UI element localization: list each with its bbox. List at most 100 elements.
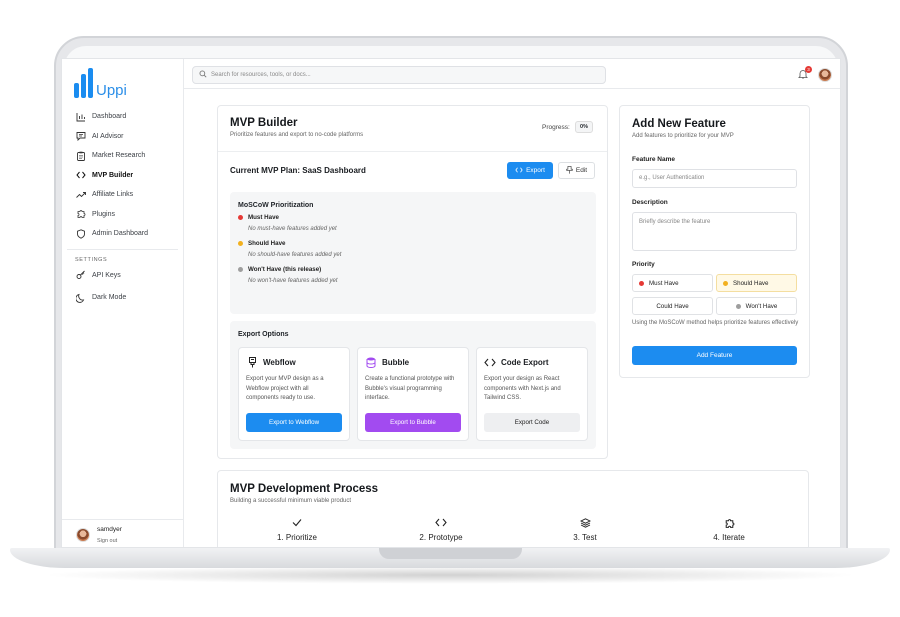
sidebar-item-ai-advisor[interactable]: AI Advisor [62,127,183,147]
wont-have-dot [238,267,243,272]
export-card-description: Export your design as React components w… [484,376,561,401]
bar-chart-icon [75,111,87,123]
must-have-dot [639,280,644,286]
should-have-dot [723,280,728,286]
step-prototype: 2. Prototype [381,518,501,542]
code-icon [515,167,523,175]
add-feature-card: Add New Feature Add features to prioriti… [619,105,810,378]
should-have-dot [238,241,243,246]
sign-out-link[interactable]: Sign out [97,538,122,544]
moon-icon [75,292,87,304]
key-icon [75,269,87,281]
export-card-title: Code Export [501,357,549,367]
wont-have-dot [735,303,741,309]
development-process-card: MVP Development Process Building a succe… [217,470,809,547]
empty-state: No must-have features added yet [248,226,337,232]
code-icon [381,518,501,531]
check-icon [237,518,357,531]
progress-value: 0% [575,121,593,133]
clipboard-icon [75,150,87,162]
shield-icon [75,228,87,240]
export-button[interactable]: Export [507,162,553,179]
chat-icon [75,130,87,142]
must-have-dot [238,215,243,220]
priority-option-label: Must Have [649,279,679,287]
sidebar-item-label: Affiliate Links [92,191,134,199]
sidebar: Uppi Dashboard AI Advisor Market Researc… [62,59,184,547]
sidebar-item-dark-mode[interactable]: Dark Mode [62,288,183,308]
plug-icon [246,356,258,368]
step-label: 2. Prototype [419,533,463,542]
user-name: samdyer [97,525,122,533]
priority-must-have[interactable]: Must Have [632,274,713,292]
moscow-title: MoSCoW Prioritization [238,202,314,209]
feature-name-label: Feature Name [632,156,675,163]
empty-state: No should-have features added yet [248,252,342,258]
priority-could-have[interactable]: Could Have [632,297,713,315]
code-icon [484,356,496,368]
mvp-builder-card: MVP Builder Prioritize features and expo… [217,105,608,459]
wont-have-group: Won't Have (this release) [238,266,588,273]
app-screen: Uppi Dashboard AI Advisor Market Researc… [61,58,841,548]
priority-should-have[interactable]: Should Have [716,274,797,292]
puzzle-icon [75,208,87,220]
search-placeholder: Search for resources, tools, or docs... [211,72,311,78]
step-label: 4. Iterate [713,533,745,542]
edit-button[interactable]: Edit [558,162,595,179]
sidebar-item-dashboard[interactable]: Dashboard [62,107,183,127]
export-options-panel: Export Options Webflow Export your MVP d… [230,321,596,449]
webflow-card: Webflow Export your MVP design as a Webf… [238,347,350,441]
process-title: MVP Development Process [230,483,379,495]
description-label: Description [632,199,668,206]
trending-icon [75,189,87,201]
form-title: Add New Feature [632,118,726,130]
sidebar-item-api-keys[interactable]: API Keys [62,266,183,286]
code-icon [75,169,87,181]
builder-header: MVP Builder Prioritize features and expo… [218,106,607,152]
export-code-button[interactable]: Export Code [484,413,580,432]
page-subtitle: Prioritize features and export to no-cod… [230,132,364,138]
search-input[interactable]: Search for resources, tools, or docs... [192,66,606,84]
must-have-group: Must Have [238,214,588,221]
sidebar-item-affiliate-links[interactable]: Affiliate Links [62,185,183,205]
feature-name-input[interactable]: e.g., User Authentication [632,169,797,188]
export-card-title: Bubble [382,357,410,367]
empty-state: No won't-have features added yet [248,278,338,284]
database-icon [365,356,377,368]
sidebar-item-label: Market Research [92,152,146,160]
puzzle-icon [669,518,789,531]
priority-option-label: Could Have [656,302,689,310]
moscow-panel: MoSCoW Prioritization Must Have No must-… [230,192,596,314]
app-logo[interactable]: Uppi [74,68,127,98]
plan-title: Current MVP Plan: SaaS Dashboard [230,166,366,175]
laptop-shadow [40,566,860,584]
sidebar-item-plugins[interactable]: Plugins [62,205,183,225]
sidebar-item-mvp-builder[interactable]: MVP Builder [62,166,183,186]
step-label: 1. Prioritize [276,533,317,542]
avatar[interactable] [818,68,832,82]
priority-wont-have[interactable]: Won't Have [716,297,797,315]
sidebar-item-admin-dashboard[interactable]: Admin Dashboard [62,224,183,244]
add-feature-button[interactable]: Add Feature [632,346,797,365]
should-have-group: Should Have [238,240,588,247]
export-to-bubble-button[interactable]: Export to Bubble [365,413,461,432]
sidebar-item-market-research[interactable]: Market Research [62,146,183,166]
priority-label: Priority [632,261,655,268]
step-label: 3. Test [573,533,597,542]
form-subtitle: Add features to prioritize for your MVP [632,133,734,139]
export-button-label: Export [526,167,545,174]
step-iterate: 4. Iterate [669,518,789,542]
progress-label: Progress: [542,124,570,131]
avatar[interactable] [76,527,90,542]
sidebar-nav: Dashboard AI Advisor Market Research MVP… [62,107,183,308]
description-textarea[interactable]: Briefly describe the feature [632,212,797,251]
sidebar-item-label: Admin Dashboard [92,230,149,238]
sidebar-item-label: Dark Mode [92,294,127,302]
step-test: 3. Test [525,518,645,542]
sidebar-divider [67,248,178,250]
export-to-webflow-button[interactable]: Export to Webflow [246,413,342,432]
export-card-description: Create a functional prototype with Bubbl… [365,376,455,401]
sidebar-item-label: AI Advisor [92,132,124,140]
layers-icon [525,518,645,531]
bubble-card: Bubble Create a functional prototype wit… [357,347,469,441]
